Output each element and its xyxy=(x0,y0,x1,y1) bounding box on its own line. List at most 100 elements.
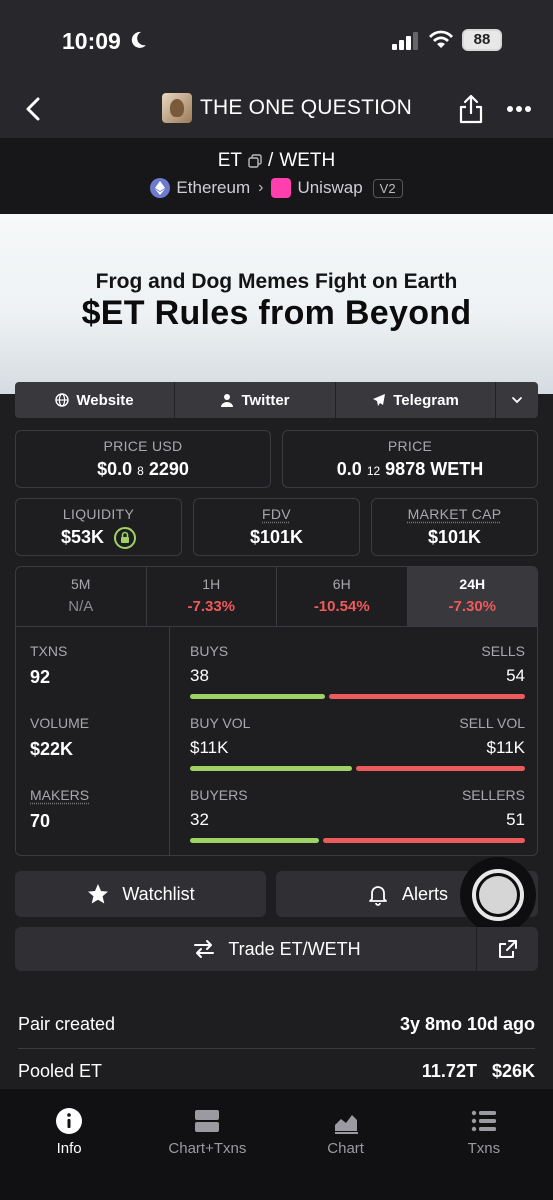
liquidity-value: $53K xyxy=(60,527,105,547)
nav-txns[interactable]: Txns xyxy=(415,1089,553,1200)
buys-label: BUYS xyxy=(190,643,229,659)
tab-24h-label: 24H xyxy=(459,576,486,592)
txns-stat: TXNS 92 xyxy=(30,643,67,688)
timeframe-tabs: 5M N/A 1H -7.33% 6H -10.54% 24H -7.30% xyxy=(16,567,537,627)
txns-value: 92 xyxy=(30,667,51,687)
tab-5m-label: 5M xyxy=(71,576,91,592)
pair-created-row: Pair created 3y 8mo 10d ago xyxy=(18,1014,535,1035)
tab-1h-value: -7.33% xyxy=(187,598,236,615)
record-dot xyxy=(479,876,517,914)
volume-value: $22K xyxy=(30,739,74,759)
nav-chart[interactable]: Chart xyxy=(277,1089,415,1200)
fdv-value: $101K xyxy=(249,527,304,547)
price-native-value: 0.0 12 9878 WETH xyxy=(283,459,537,480)
liquidity-label: LIQUIDITY xyxy=(62,506,135,522)
alerts-label: Alerts xyxy=(401,883,448,904)
wifi-icon xyxy=(429,30,453,48)
sells-label: SELLS xyxy=(481,643,525,659)
fdv-label: FDV xyxy=(262,506,291,522)
bottom-nav: Info Chart+Txns Chart Txns xyxy=(0,1089,553,1200)
telegram-link[interactable]: Telegram xyxy=(336,382,496,418)
pooled-row: Pooled ET 11.72T $26K xyxy=(18,1061,535,1082)
liquidity-value-wrap: $53K xyxy=(16,527,181,549)
buy-vol-bar-fill xyxy=(190,766,352,771)
chain-dex-line: Ethereum › Uniswap V2 xyxy=(0,178,553,198)
price-usd-prefix: $0.0 xyxy=(97,459,133,479)
pair-bar: ET / WETH Ethereum › Uniswap V2 xyxy=(0,138,553,214)
nav-chart-txns[interactable]: Chart+Txns xyxy=(138,1089,276,1200)
tab-6h-value: -10.54% xyxy=(313,598,370,615)
makers-stat: MAKERS 70 xyxy=(30,787,89,832)
tab-5m-value: N/A xyxy=(68,598,94,615)
nav-info-label: Info xyxy=(56,1140,82,1157)
battery-indicator: 88 xyxy=(462,29,502,51)
buys-value: 38 xyxy=(190,666,209,685)
price-usd-box: PRICE USD $0.0 8 2290 xyxy=(15,430,271,488)
nav-info[interactable]: Info xyxy=(0,1089,138,1200)
buys-bar-fill xyxy=(190,694,325,699)
price-usd-digits: 2290 xyxy=(148,459,189,479)
tab-1h[interactable]: 1H -7.33% xyxy=(147,567,277,626)
paper-plane-icon xyxy=(373,394,386,406)
pair-separator: / xyxy=(268,150,274,171)
chain-name[interactable]: Ethereum xyxy=(176,178,250,198)
signal-icon xyxy=(392,32,418,50)
swap-arrows-icon xyxy=(194,940,215,958)
buy-vol-label: BUY VOL xyxy=(190,715,251,731)
twitter-link[interactable]: Twitter xyxy=(175,382,336,418)
dex-name[interactable]: Uniswap xyxy=(297,178,362,198)
stats-panel: 5M N/A 1H -7.33% 6H -10.54% 24H -7.30% T… xyxy=(15,566,538,856)
sells-bar-fill xyxy=(329,694,525,699)
pooled-usd: $26K xyxy=(491,1061,535,1081)
tab-24h[interactable]: 24H -7.30% xyxy=(407,567,537,626)
trade-button[interactable]: Trade ET/WETH xyxy=(15,927,538,971)
buyers-value: 32 xyxy=(190,810,209,829)
price-native-box: PRICE 0.0 12 9878 WETH xyxy=(282,430,538,488)
watchlist-label: Watchlist xyxy=(122,883,195,904)
makers-value: 70 xyxy=(30,811,51,831)
links-dropdown[interactable] xyxy=(496,382,538,418)
sellers-bar-fill xyxy=(323,838,525,843)
chevron-right-icon: › xyxy=(258,179,264,196)
website-label: Website xyxy=(76,391,134,409)
tab-1h-label: 1H xyxy=(202,576,221,592)
pooled-values: 11.72T $26K xyxy=(422,1061,535,1082)
fdv-box: FDV $101K xyxy=(193,498,360,556)
token-avatar xyxy=(162,93,192,123)
buys-sells-row: BUYS SELLS 38 54 xyxy=(190,643,525,699)
market-cap-box: MARKET CAP $101K xyxy=(371,498,538,556)
version-badge: V2 xyxy=(372,178,403,198)
stats-left-column: TXNS 92 VOLUME $22K MAKERS 70 xyxy=(16,627,170,855)
sell-vol-bar-fill xyxy=(356,766,525,771)
market-cap-value: $101K xyxy=(427,527,482,547)
top-header: THE ONE QUESTION xyxy=(0,80,553,138)
share-icon[interactable] xyxy=(458,94,484,124)
quote-token: WETH xyxy=(279,150,336,171)
website-link[interactable]: Website xyxy=(15,382,175,418)
price-native-prefix: 0.0 xyxy=(336,459,362,479)
sellers-value: 51 xyxy=(506,810,525,829)
txns-label: TXNS xyxy=(30,643,68,659)
sell-vol-value: $11K xyxy=(486,738,525,757)
screen-record-button[interactable] xyxy=(460,857,536,933)
watchlist-button[interactable]: Watchlist xyxy=(15,871,266,917)
twitter-label: Twitter xyxy=(241,391,290,409)
back-arrow-icon[interactable] xyxy=(22,96,44,122)
volume-label: VOLUME xyxy=(30,715,90,731)
nav-chart-txns-label: Chart+Txns xyxy=(168,1140,247,1157)
lock-icon[interactable] xyxy=(114,527,137,549)
social-links: Website Twitter Telegram xyxy=(15,382,538,418)
pooled-label: Pooled ET xyxy=(18,1061,103,1081)
buys-sells-bar xyxy=(190,694,525,699)
external-link-button[interactable] xyxy=(476,927,538,971)
copy-icon[interactable] xyxy=(248,154,262,168)
sellers-label: SELLERS xyxy=(461,787,525,803)
list-icon xyxy=(471,1110,496,1132)
volume-stat: VOLUME $22K xyxy=(30,715,89,760)
moon-icon xyxy=(131,31,146,48)
price-native-zeros: 12 xyxy=(366,464,381,478)
tab-5m[interactable]: 5M N/A xyxy=(16,567,147,626)
tab-6h[interactable]: 6H -10.54% xyxy=(277,567,408,626)
more-icon[interactable] xyxy=(506,105,532,113)
buyers-sellers-row: BUYERS SELLERS 32 51 xyxy=(190,787,525,843)
